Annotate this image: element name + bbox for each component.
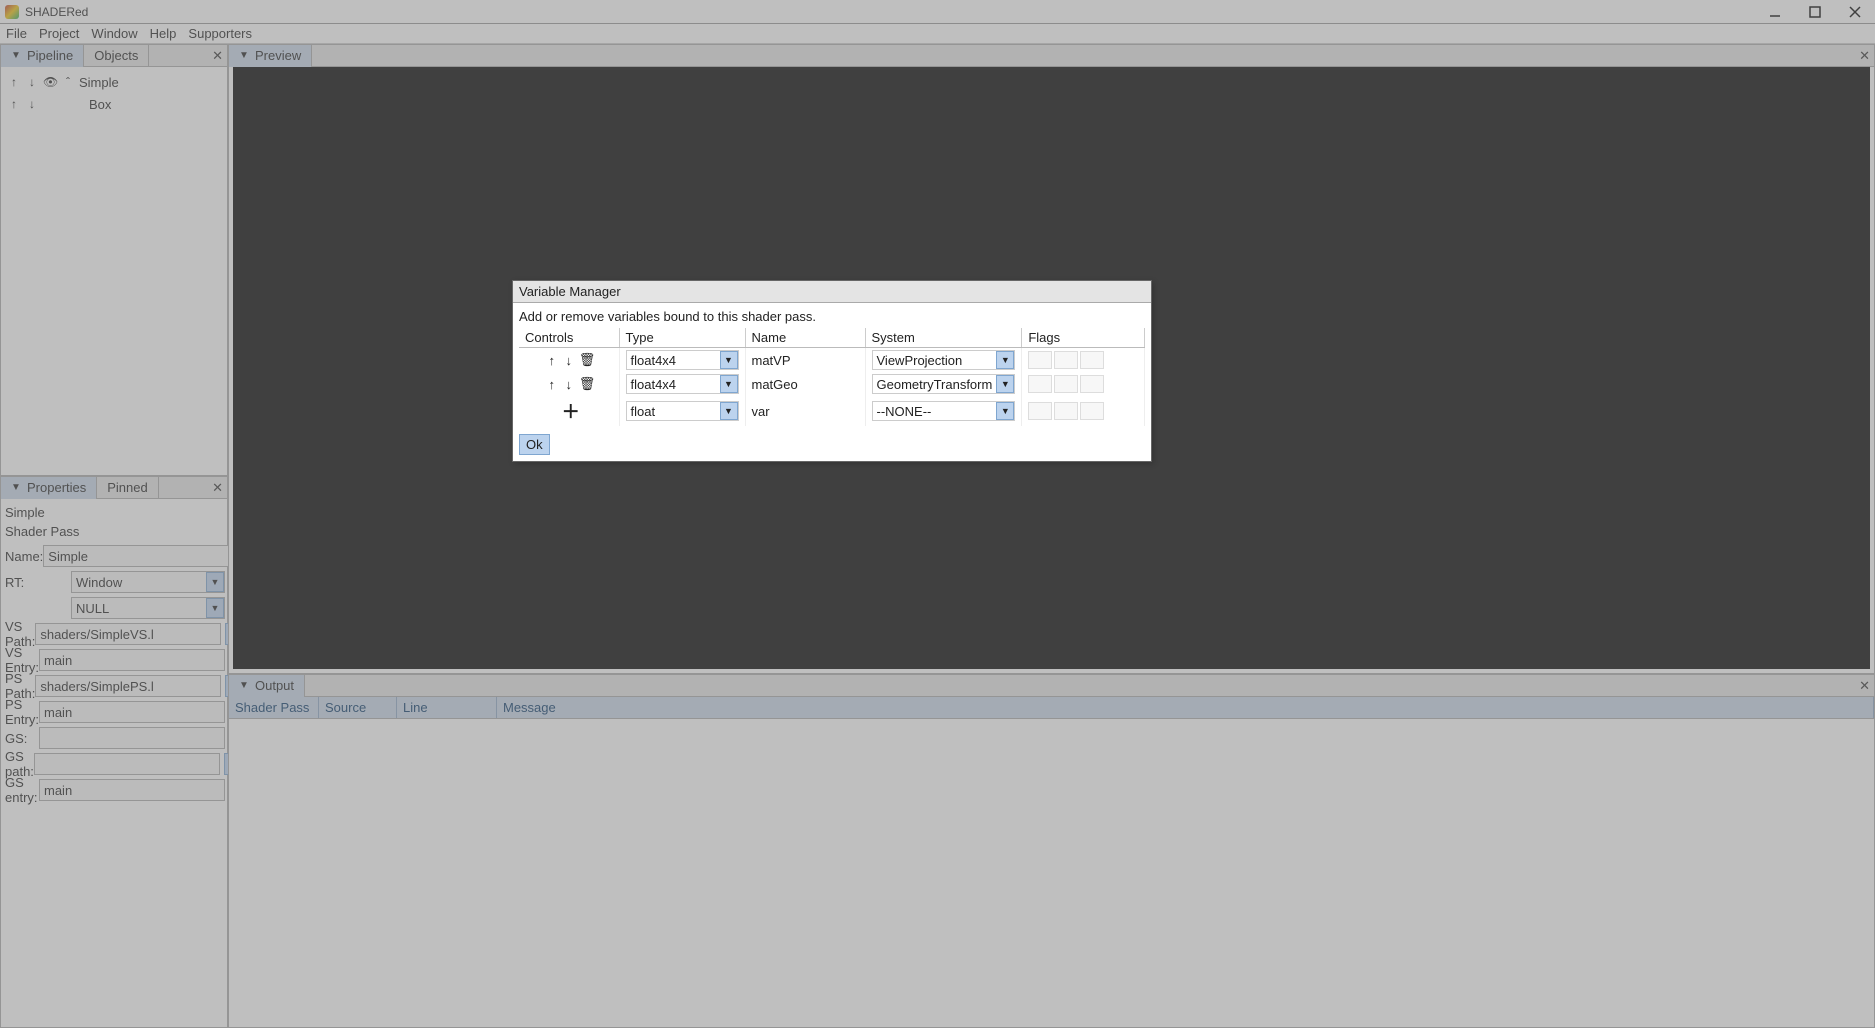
move-down-icon[interactable]: ↓ bbox=[562, 377, 576, 392]
col-system: System bbox=[865, 328, 1022, 348]
dialog-title: Variable Manager bbox=[513, 281, 1151, 303]
flag-checkbox[interactable] bbox=[1054, 351, 1078, 369]
chevron-down-icon: ▼ bbox=[720, 351, 738, 369]
modal-overlay bbox=[0, 0, 1875, 1028]
dialog-description: Add or remove variables bound to this sh… bbox=[519, 309, 1145, 324]
type-dropdown[interactable]: float▼ bbox=[626, 401, 739, 421]
flag-checkbox[interactable] bbox=[1080, 351, 1104, 369]
col-controls: Controls bbox=[519, 328, 619, 348]
table-row: ↑ ↓ 🗑 float4x4▼ matGeo GeometryTransform… bbox=[519, 372, 1145, 396]
system-dropdown[interactable]: ViewProjection▼ bbox=[872, 350, 1016, 370]
flag-checkbox[interactable] bbox=[1028, 402, 1052, 420]
chevron-down-icon: ▼ bbox=[996, 402, 1014, 420]
trash-icon[interactable]: 🗑 bbox=[579, 376, 593, 392]
type-dropdown[interactable]: float4x4▼ bbox=[626, 374, 739, 394]
var-name[interactable]: matGeo bbox=[745, 372, 865, 396]
chevron-down-icon: ▼ bbox=[996, 351, 1014, 369]
table-row: ↑ ↓ 🗑 float4x4▼ matVP ViewProjection▼ bbox=[519, 348, 1145, 373]
chevron-down-icon: ▼ bbox=[720, 402, 738, 420]
flag-checkbox[interactable] bbox=[1054, 375, 1078, 393]
system-dropdown[interactable]: GeometryTransform▼ bbox=[872, 374, 1016, 394]
flag-checkbox[interactable] bbox=[1028, 351, 1052, 369]
system-dropdown[interactable]: --NONE--▼ bbox=[872, 401, 1016, 421]
var-name[interactable]: var bbox=[745, 396, 865, 426]
chevron-down-icon: ▼ bbox=[720, 375, 738, 393]
flag-checkbox[interactable] bbox=[1028, 375, 1052, 393]
move-up-icon[interactable]: ↑ bbox=[545, 377, 559, 392]
move-down-icon[interactable]: ↓ bbox=[562, 353, 576, 368]
flag-checkbox[interactable] bbox=[1080, 402, 1104, 420]
trash-icon[interactable]: 🗑 bbox=[579, 352, 593, 368]
flag-checkbox[interactable] bbox=[1054, 402, 1078, 420]
plus-icon[interactable]: ＋ bbox=[562, 398, 576, 424]
chevron-down-icon: ▼ bbox=[996, 375, 1014, 393]
variable-manager-dialog: Variable Manager Add or remove variables… bbox=[512, 280, 1152, 462]
variables-table: Controls Type Name System Flags ↑ ↓ 🗑 fl… bbox=[519, 328, 1145, 426]
flag-checkbox[interactable] bbox=[1080, 375, 1104, 393]
table-row: ＋ float▼ var --NONE--▼ bbox=[519, 396, 1145, 426]
col-flags: Flags bbox=[1022, 328, 1145, 348]
move-up-icon[interactable]: ↑ bbox=[545, 353, 559, 368]
ok-button[interactable]: Ok bbox=[519, 434, 550, 455]
var-name[interactable]: matVP bbox=[745, 348, 865, 373]
col-type: Type bbox=[619, 328, 745, 348]
col-name: Name bbox=[745, 328, 865, 348]
type-dropdown[interactable]: float4x4▼ bbox=[626, 350, 739, 370]
